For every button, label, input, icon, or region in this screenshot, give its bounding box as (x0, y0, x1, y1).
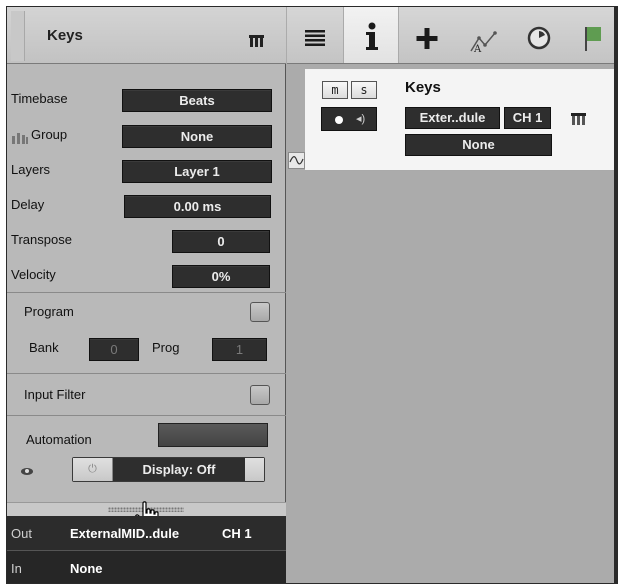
out-channel[interactable]: CH 1 (222, 526, 252, 541)
track-name[interactable]: Keys (405, 79, 441, 96)
track-output-channel[interactable]: CH 1 (504, 107, 551, 129)
layers-select[interactable]: Layer 1 (122, 160, 272, 183)
automation-selector[interactable] (158, 423, 268, 447)
output-row[interactable]: Out ExternalMID..dule CH 1 (7, 516, 286, 551)
info-button[interactable] (343, 7, 399, 63)
inspector-panel: Keys Timebase Beats Group None Layers La… (7, 7, 286, 583)
svg-text:A: A (473, 44, 482, 55)
monitor-speaker-icon[interactable]: ◂) (356, 112, 365, 125)
bank-label: Bank (29, 340, 59, 355)
flag-icon (585, 27, 601, 51)
input-filter-checkbox[interactable] (250, 385, 270, 405)
bank-field[interactable]: 0 (89, 338, 139, 361)
divider (7, 415, 286, 416)
out-device[interactable]: ExternalMID..dule (70, 526, 179, 541)
inspector-header: Keys (7, 7, 286, 64)
transpose-field[interactable]: 0 (172, 230, 270, 253)
transpose-label: Transpose (11, 232, 72, 247)
toolbar: A (287, 7, 614, 64)
timebase-label: Timebase (11, 91, 68, 106)
marker-button[interactable] (567, 7, 614, 63)
list-icon (305, 30, 325, 46)
velocity-label: Velocity (11, 267, 56, 282)
record-monitor-group: ◂) (321, 107, 377, 131)
track-output-device[interactable]: Exter..dule (405, 107, 500, 129)
automation-icon: A (470, 31, 497, 55)
input-row[interactable]: In None (7, 551, 286, 583)
velocity-field[interactable]: 0% (172, 265, 270, 288)
delay-label: Delay (11, 197, 45, 212)
solo-button[interactable]: s (351, 81, 377, 99)
clock-button[interactable] (511, 7, 567, 63)
keyboard-icon (249, 35, 265, 47)
display-toggle-end[interactable] (245, 458, 264, 481)
power-icon[interactable]: ⏻ (73, 458, 113, 481)
clock-icon (527, 26, 551, 50)
program-checkbox[interactable] (250, 302, 270, 322)
divider (7, 373, 286, 374)
app-window: Keys Timebase Beats Group None Layers La… (6, 6, 618, 584)
inspector-title: Keys (47, 27, 83, 44)
info-icon (366, 22, 378, 50)
prog-label: Prog (152, 340, 180, 355)
group-select[interactable]: None (122, 125, 272, 148)
timebase-select[interactable]: Beats (122, 89, 272, 112)
layers-label: Layers (11, 162, 51, 177)
automation-button[interactable]: A (455, 7, 511, 63)
mute-button[interactable]: m (322, 81, 348, 99)
add-button[interactable] (399, 7, 455, 63)
add-icon (416, 28, 438, 49)
input-filter-label: Input Filter (24, 387, 86, 402)
eye-icon[interactable] (21, 467, 35, 476)
in-label: In (11, 561, 22, 576)
group-icon (11, 131, 29, 144)
delay-field[interactable]: 0.00 ms (124, 195, 271, 218)
display-value: Display: Off (113, 458, 245, 481)
group-label: Group (31, 127, 68, 142)
track-header[interactable]: m s ◂) Keys Exter..dule CH 1 None (305, 69, 614, 171)
program-label: Program (24, 304, 74, 319)
automation-display-toggle[interactable]: ⏻ Display: Off (72, 457, 265, 482)
keyboard-icon (571, 113, 587, 125)
in-value[interactable]: None (70, 561, 103, 576)
prog-field[interactable]: 1 (212, 338, 267, 361)
record-arm-icon[interactable] (335, 116, 343, 124)
automation-label: Automation (26, 432, 92, 447)
track-input-select[interactable]: None (405, 134, 552, 156)
waveform-toggle-icon[interactable] (288, 152, 305, 169)
divider (7, 292, 286, 293)
list-view-button[interactable] (287, 7, 343, 63)
out-label: Out (11, 526, 32, 541)
track-color-strip[interactable] (11, 11, 25, 61)
